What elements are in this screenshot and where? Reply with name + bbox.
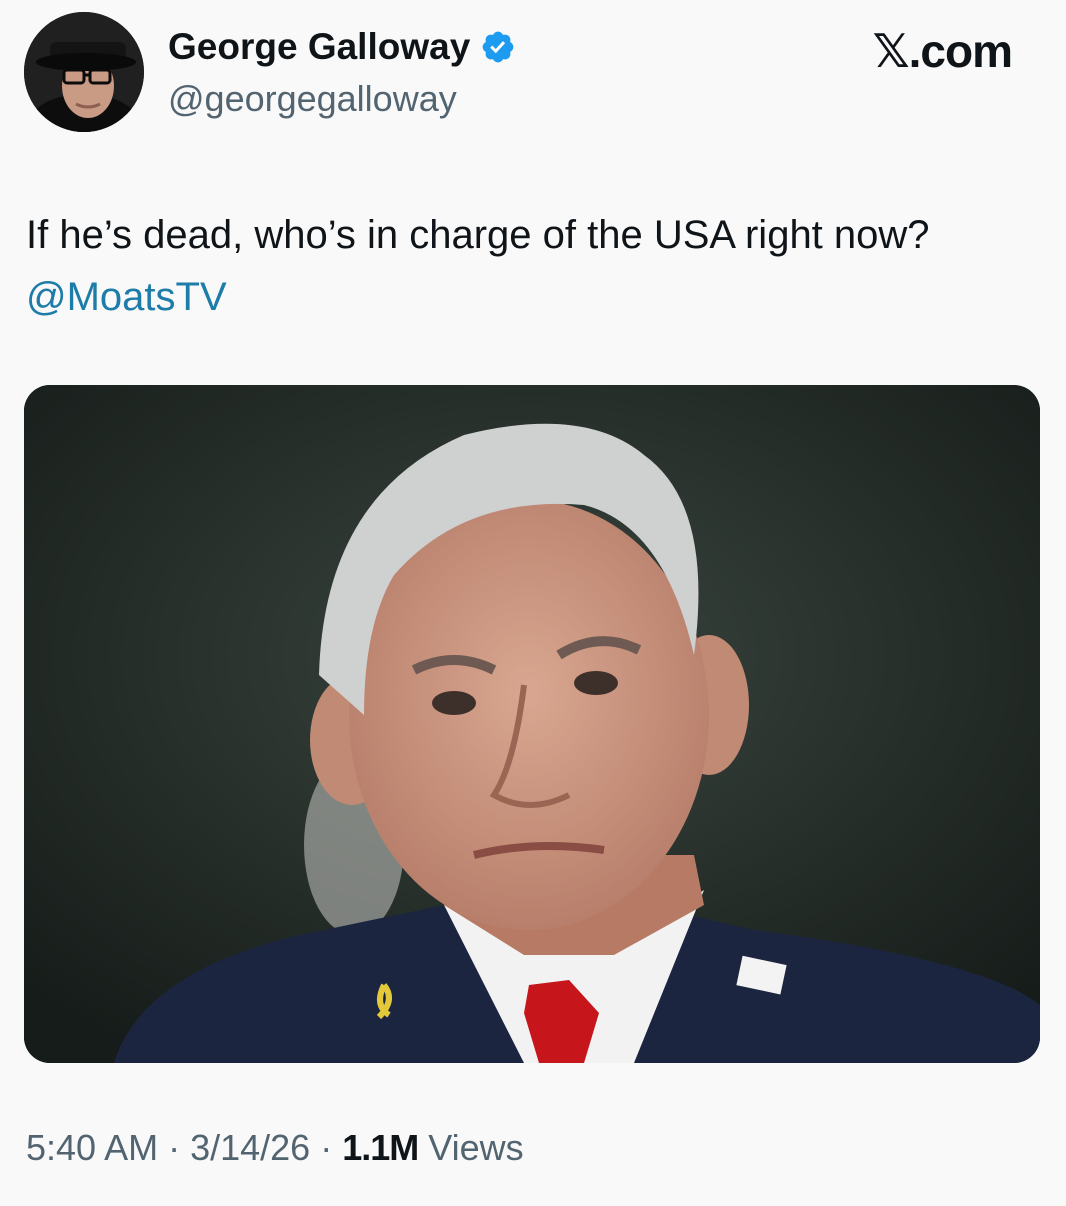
avatar-photo-icon	[24, 12, 144, 132]
views-label: Views	[428, 1127, 524, 1168]
views-count: 1.1M	[342, 1127, 419, 1168]
separator: ·	[168, 1127, 181, 1168]
mention-link[interactable]: @MoatsTV	[26, 275, 227, 319]
author-name-row[interactable]: George Galloway	[168, 26, 516, 68]
author-handle[interactable]: @georgegalloway	[168, 78, 457, 120]
verified-badge-icon	[482, 31, 514, 63]
x-com-logo: 𝕏.com	[872, 25, 1013, 77]
tweet-time[interactable]: 5:40 AM	[26, 1127, 158, 1169]
separator: ·	[320, 1127, 333, 1168]
tweet-meta: 5:40 AM · 3/14/26 · 1.1M Views	[26, 1127, 524, 1169]
author-display-name[interactable]: George Galloway	[168, 26, 470, 68]
tweet-text: If he’s dead, who’s in charge of the USA…	[26, 204, 986, 328]
tweet-date[interactable]: 3/14/26	[190, 1127, 310, 1169]
tweet-body: If he’s dead, who’s in charge of the USA…	[26, 213, 930, 257]
tweet-media-image[interactable]	[24, 385, 1040, 1063]
photo-portrait-icon	[24, 385, 1040, 1063]
author-avatar[interactable]	[24, 12, 144, 132]
